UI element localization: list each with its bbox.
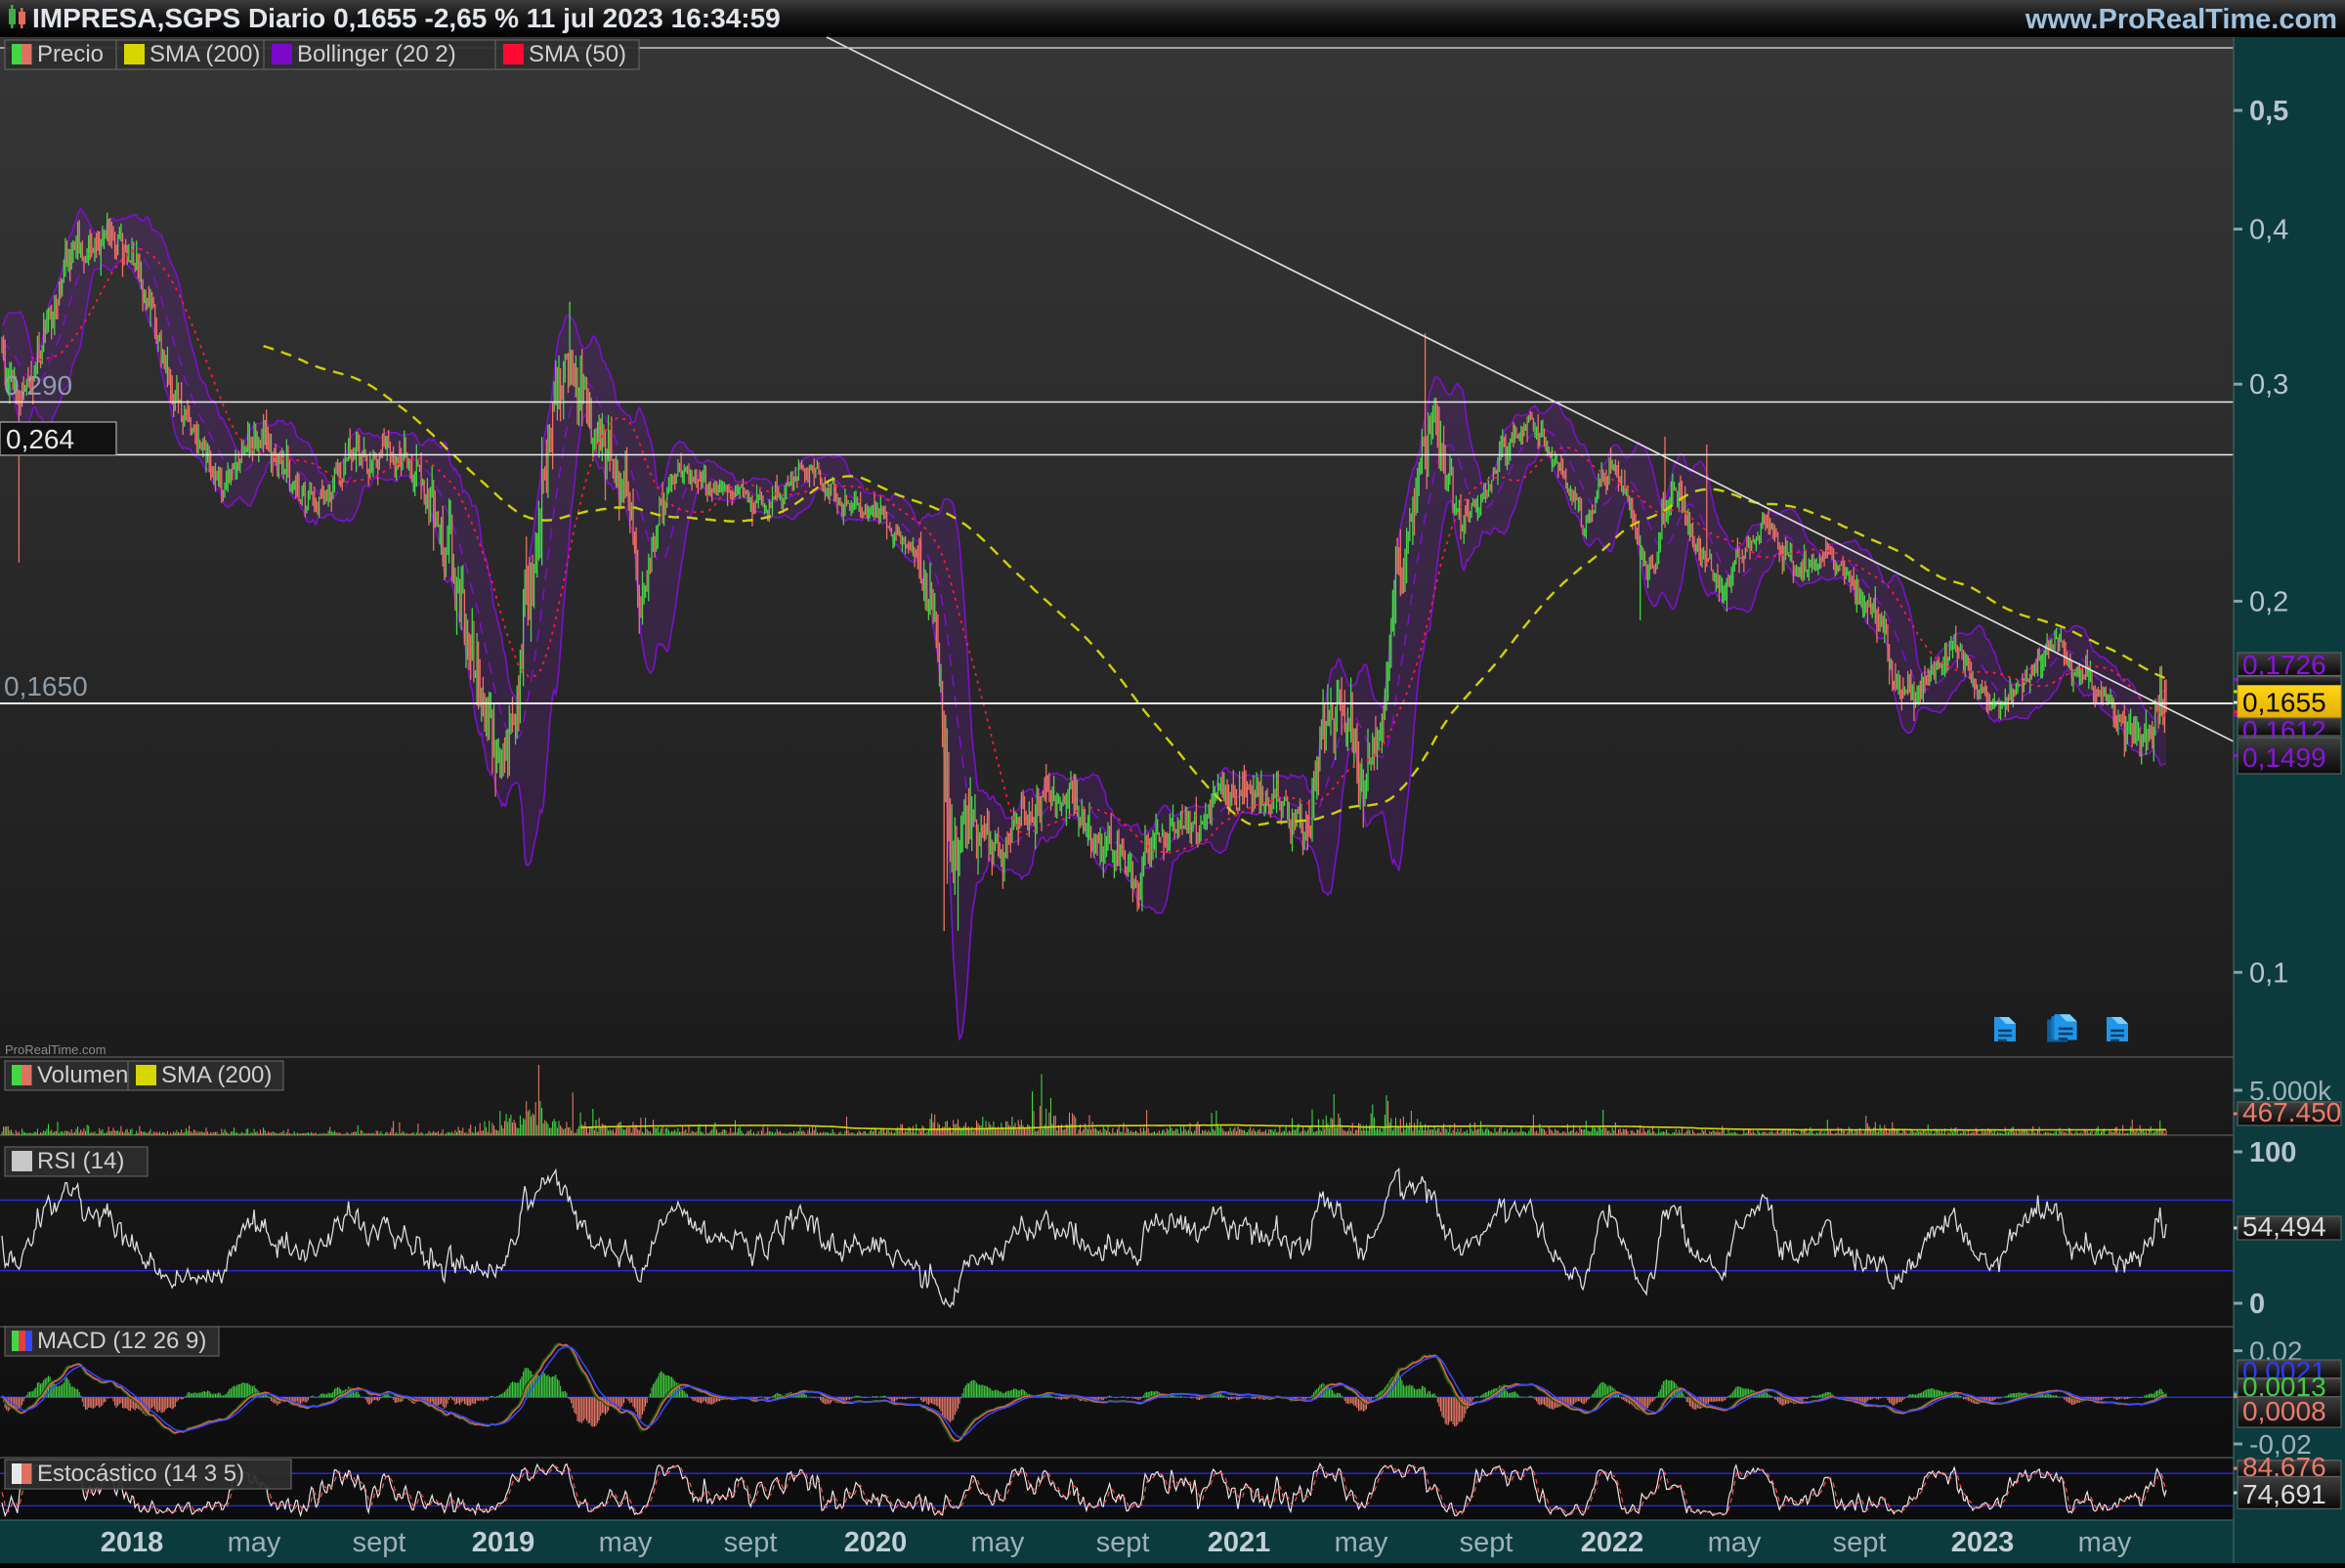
svg-text:0,1650: 0,1650 bbox=[4, 671, 88, 701]
svg-text:sept: sept bbox=[724, 1527, 778, 1558]
svg-text:Bollinger (20 2): Bollinger (20 2) bbox=[297, 41, 456, 67]
svg-text:0,3: 0,3 bbox=[2249, 369, 2288, 401]
svg-text:may: may bbox=[228, 1527, 281, 1558]
svg-text:ProRealTime.com: ProRealTime.com bbox=[5, 1042, 107, 1057]
svg-text:2019: 2019 bbox=[472, 1527, 535, 1558]
svg-text:100: 100 bbox=[2249, 1137, 2296, 1168]
svg-text:www.ProRealTime.com: www.ProRealTime.com bbox=[2025, 4, 2337, 35]
svg-text:SMA (200): SMA (200) bbox=[161, 1062, 272, 1088]
svg-text:Precio: Precio bbox=[37, 41, 104, 67]
svg-text:Estocástico (14 3 5): Estocástico (14 3 5) bbox=[37, 1461, 244, 1487]
svg-text:0,290: 0,290 bbox=[4, 370, 72, 401]
svg-text:Volumen: Volumen bbox=[37, 1062, 128, 1088]
svg-text:2022: 2022 bbox=[1581, 1527, 1644, 1558]
svg-text:SMA (200): SMA (200) bbox=[149, 41, 260, 67]
svg-text:0,2: 0,2 bbox=[2249, 586, 2288, 617]
svg-text:0: 0 bbox=[2249, 1289, 2265, 1320]
svg-text:RSI (14): RSI (14) bbox=[37, 1148, 124, 1174]
svg-text:2023: 2023 bbox=[1951, 1527, 2015, 1558]
svg-text:0,5: 0,5 bbox=[2249, 96, 2288, 127]
svg-text:may: may bbox=[971, 1527, 1025, 1558]
svg-text:may: may bbox=[1708, 1527, 1762, 1558]
svg-text:SMA (50): SMA (50) bbox=[529, 41, 626, 67]
svg-text:sept: sept bbox=[1460, 1527, 1514, 1558]
svg-text:IMPRESA,SGPS Diario 0,1655 -2,: IMPRESA,SGPS Diario 0,1655 -2,65 % 11 ju… bbox=[32, 3, 781, 33]
svg-text:54,494: 54,494 bbox=[2242, 1211, 2326, 1242]
svg-text:sept: sept bbox=[353, 1527, 406, 1558]
svg-text:0,0008: 0,0008 bbox=[2242, 1396, 2326, 1426]
svg-text:may: may bbox=[599, 1527, 653, 1558]
svg-text:0,1726: 0,1726 bbox=[2242, 650, 2326, 680]
svg-text:0,1655: 0,1655 bbox=[2242, 688, 2326, 718]
svg-text:467.450: 467.450 bbox=[2242, 1097, 2341, 1127]
svg-text:MACD (12 26 9): MACD (12 26 9) bbox=[37, 1328, 206, 1354]
svg-text:0,264: 0,264 bbox=[6, 424, 74, 454]
svg-text:0,1499: 0,1499 bbox=[2242, 742, 2326, 773]
svg-text:may: may bbox=[2078, 1527, 2132, 1558]
svg-text:2021: 2021 bbox=[1208, 1527, 1271, 1558]
svg-text:0,4: 0,4 bbox=[2249, 215, 2288, 246]
svg-text:2020: 2020 bbox=[844, 1527, 908, 1558]
svg-text:0,1: 0,1 bbox=[2249, 957, 2288, 989]
svg-text:2018: 2018 bbox=[101, 1527, 164, 1558]
svg-text:sept: sept bbox=[1096, 1527, 1150, 1558]
svg-text:may: may bbox=[1335, 1527, 1388, 1558]
svg-text:sept: sept bbox=[1833, 1527, 1887, 1558]
svg-text:74,691: 74,691 bbox=[2242, 1479, 2326, 1509]
